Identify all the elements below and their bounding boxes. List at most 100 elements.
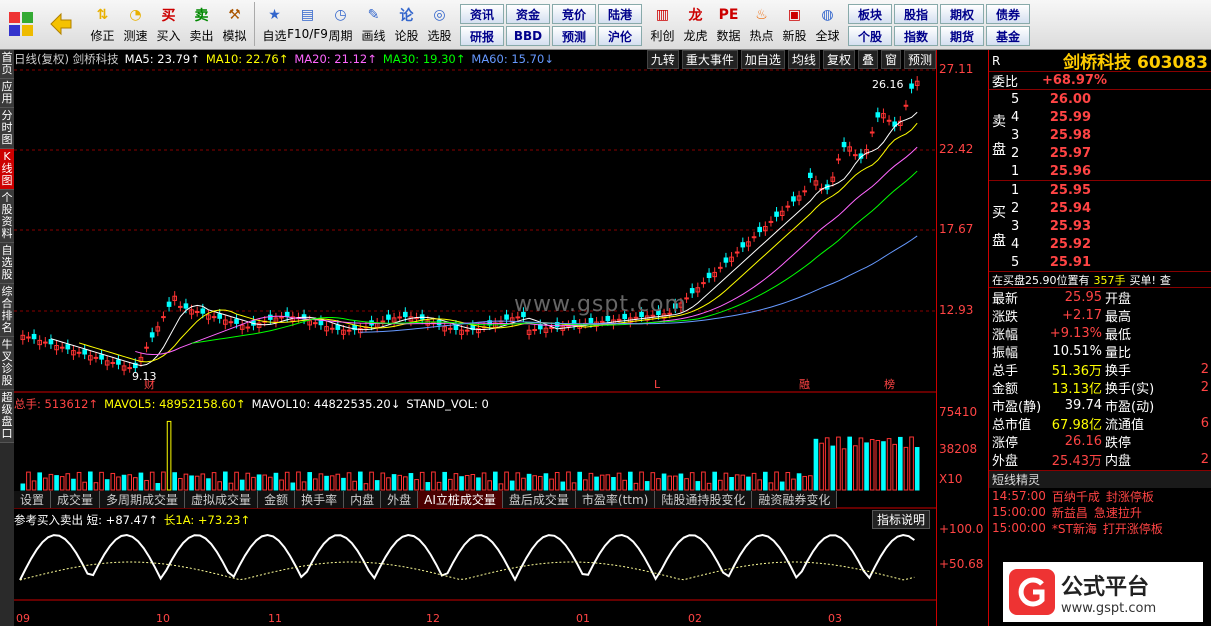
选股-button[interactable]: ◎ 选股: [423, 2, 456, 48]
grid-button[interactable]: BBD: [506, 26, 550, 46]
order-level: 2: [1011, 145, 1020, 161]
新股-button[interactable]: ▣ 新股: [778, 2, 811, 48]
side-tab[interactable]: 综合排名: [0, 284, 14, 337]
grid-button[interactable]: 陆港: [598, 4, 642, 24]
order-row[interactable]: 5 25.91: [989, 253, 1211, 271]
order-row[interactable]: 4 25.92: [989, 235, 1211, 253]
toolbar-button-label: 模拟: [222, 29, 247, 43]
news-item[interactable]: 15:00:00 新益昌 急速拉升: [989, 504, 1211, 520]
利创-button[interactable]: ▥ 利创: [646, 2, 679, 48]
indicator-tab[interactable]: 成交量: [51, 491, 101, 508]
indicator-tab[interactable]: AI立桩成交量: [418, 491, 503, 508]
order-row[interactable]: 2 25.94: [989, 199, 1211, 217]
grid-button[interactable]: 期货: [940, 26, 984, 46]
order-row[interactable]: 2 25.97: [989, 144, 1211, 162]
自选-button[interactable]: ★ 自选: [258, 2, 291, 48]
indicator-tab[interactable]: 外盘: [381, 491, 419, 508]
论股-button[interactable]: 论论股: [390, 2, 423, 48]
indicator-tab[interactable]: 设置: [14, 491, 52, 508]
volume-bar: [560, 481, 566, 491]
side-tab[interactable]: 自选股: [0, 243, 14, 284]
month-label: 12: [426, 612, 440, 625]
indicator-tab[interactable]: 盘后成交量: [502, 491, 576, 508]
画线-button[interactable]: ✎ 画线: [357, 2, 390, 48]
order-row[interactable]: 1 25.95: [989, 181, 1211, 199]
candle-body: [718, 266, 723, 269]
grid-button[interactable]: 预测: [552, 26, 596, 46]
全球-button[interactable]: ◍ 全球: [811, 2, 844, 48]
买入-button[interactable]: 买买入: [152, 2, 185, 48]
grid-button[interactable]: 资金: [506, 4, 550, 24]
volume-bar: [178, 478, 183, 491]
volume-bar: [155, 483, 161, 491]
side-tab[interactable]: 超级盘口: [0, 390, 14, 443]
模拟-button[interactable]: ⚒ 模拟: [218, 2, 251, 48]
news-stock: 百纳千成: [1051, 489, 1100, 504]
grid-button[interactable]: 基金: [986, 26, 1030, 46]
big-order-more[interactable]: 查: [1160, 272, 1171, 288]
volume-bar: [403, 476, 408, 491]
news-item[interactable]: 15:00:00 *ST新海 打开涨停板: [989, 520, 1211, 536]
volume-bar: [59, 476, 65, 491]
indicator-tab[interactable]: 市盈率(ttm): [575, 491, 656, 508]
indicator-tab[interactable]: 融资融券变化: [752, 491, 838, 508]
toolbar-separator: [254, 2, 255, 46]
side-tab[interactable]: 应用: [0, 79, 14, 108]
indicator-tab[interactable]: 内盘: [344, 491, 382, 508]
side-tab[interactable]: 首页: [0, 50, 14, 79]
order-row[interactable]: 4 25.99: [989, 108, 1211, 126]
order-row[interactable]: 3 25.93: [989, 217, 1211, 235]
chart-area[interactable]: 日线(复权) 剑桥科技 MA5: 23.79↑ MA10: 22.76↑ MA20:…: [14, 50, 936, 626]
grid-button[interactable]: 资讯: [460, 4, 504, 24]
indicator-help-button[interactable]: 指标说明: [871, 510, 930, 529]
news-item[interactable]: 14:57:00 百纳千成 封涨停板: [989, 488, 1211, 504]
candle-body: [464, 329, 470, 332]
grid-button[interactable]: 股指: [894, 4, 938, 24]
数据-button[interactable]: PE 数据: [712, 2, 745, 48]
stat-row: 总手 51.36万 换手 2: [989, 360, 1211, 379]
side-tab[interactable]: 分时图: [0, 108, 14, 149]
indicator-tab[interactable]: 换手率: [295, 491, 345, 508]
volume-bar: [408, 473, 414, 491]
grid-button[interactable]: 板块: [848, 4, 892, 24]
grid-button[interactable]: 研报: [460, 26, 504, 46]
热点-button[interactable]: ♨ 热点: [745, 2, 778, 48]
indicator-tab[interactable]: 虚拟成交量: [185, 491, 259, 508]
F10/F9-button[interactable]: ▤ F10/F9: [287, 2, 328, 48]
layout-grid-icon[interactable]: [2, 2, 40, 46]
indicator-tab[interactable]: 多周期成交量: [100, 491, 186, 508]
order-row[interactable]: 5 26.00: [989, 90, 1211, 108]
grid-button[interactable]: 竞价: [552, 4, 596, 24]
side-tab[interactable]: 个股资料: [0, 190, 14, 243]
toolbar-button-label: 全球: [815, 29, 840, 43]
stat-label: 最新: [992, 291, 1019, 307]
candle-body: [234, 318, 239, 324]
side-tab[interactable]: K线图: [0, 149, 14, 190]
indicator-tab[interactable]: 金额: [258, 491, 296, 508]
news-stock: 新益昌: [1051, 505, 1088, 520]
order-row[interactable]: 1 25.96: [989, 162, 1211, 180]
kline-chart[interactable]: 09 10 11 12 01 02 03财 L 融榜26.169.13: [14, 50, 936, 626]
back-arrow-icon[interactable]: [42, 2, 80, 46]
测速-button[interactable]: ◔ 测速: [119, 2, 152, 48]
修正-button[interactable]: ⇅ 修正: [86, 2, 119, 48]
sell-icon: 卖: [194, 8, 209, 24]
grid-button[interactable]: 期权: [940, 4, 984, 24]
grid-button[interactable]: 指数: [894, 26, 938, 46]
month-label: 03: [828, 612, 842, 625]
order-row[interactable]: 3 25.98: [989, 126, 1211, 144]
side-tab[interactable]: 牛叉诊股: [0, 337, 14, 390]
volume-bar: [93, 482, 99, 491]
order-level: 4: [1011, 109, 1020, 125]
volume-bar: [757, 479, 762, 491]
grid-button[interactable]: 个股: [848, 26, 892, 46]
grid-button[interactable]: 沪伦: [598, 26, 642, 46]
indicator-tab[interactable]: 陆股通持股变化: [655, 491, 753, 508]
buy-icon: 买: [161, 8, 176, 24]
volume-bar: [813, 438, 819, 491]
卖出-button[interactable]: 卖卖出: [185, 2, 218, 48]
grid-button[interactable]: 债券: [986, 4, 1030, 24]
volume-bar: [768, 482, 774, 491]
龙虎-button[interactable]: 龙龙虎: [679, 2, 712, 48]
周期-button[interactable]: ◷ 周期: [324, 2, 357, 48]
